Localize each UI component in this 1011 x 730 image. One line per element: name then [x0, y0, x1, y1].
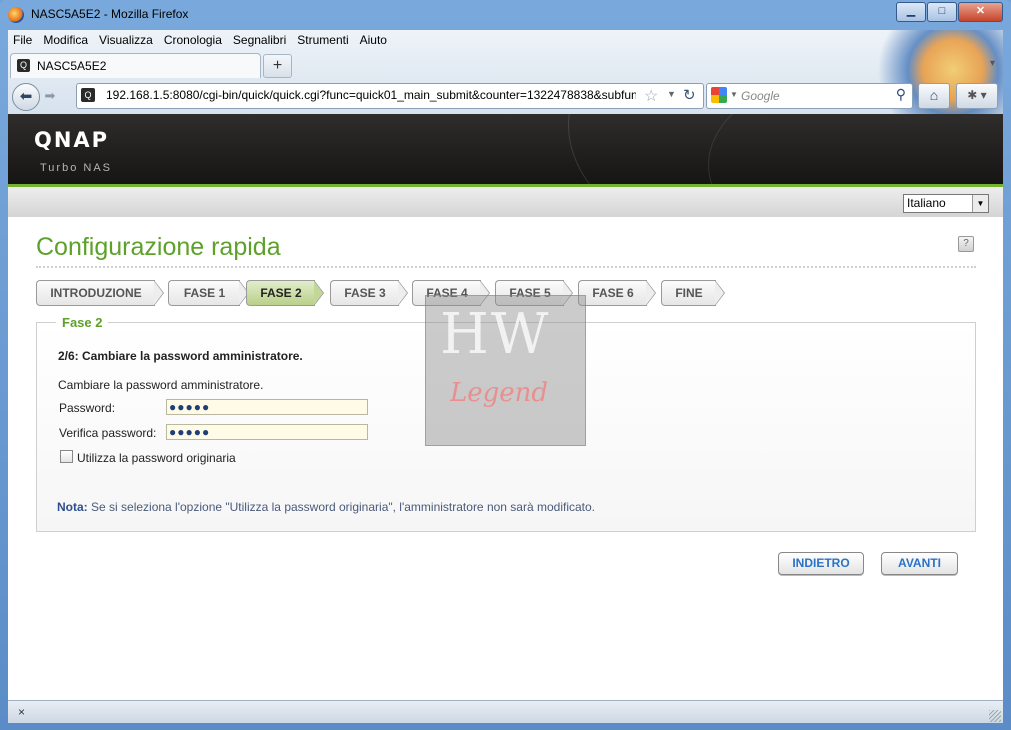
firefox-icon: [8, 7, 24, 23]
watermark-top: HW: [440, 302, 551, 367]
step-label: FASE 3: [330, 280, 399, 306]
step-label: FASE 6: [578, 280, 647, 306]
menu-visualizza[interactable]: Visualizza: [94, 30, 159, 52]
addon-menu-button[interactable]: ✱ ▾: [956, 83, 998, 109]
qnap-header: QNAP Turbo NAS: [8, 114, 1003, 276]
back-forward-group: ⬅ ➡: [12, 83, 64, 111]
language-bar: Italiano ▼: [8, 187, 1003, 217]
next-wizard-button[interactable]: AVANTI: [881, 552, 958, 575]
navigation-toolbar: ⬅ ➡ Q 192.168.1.5:8080/cgi-bin/quick/qui…: [8, 78, 1003, 114]
engine-dropdown-icon[interactable]: ▼: [730, 90, 738, 99]
menu-strumenti[interactable]: Strumenti: [292, 30, 354, 52]
title-bar: NASC5A5E2 - Mozilla Firefox ▁ □ ✕: [0, 0, 1011, 30]
menu-segnalibri[interactable]: Segnalibri: [228, 30, 292, 52]
bookmark-star-icon[interactable]: ☆: [644, 86, 658, 106]
search-input[interactable]: Google: [741, 89, 780, 103]
google-engine-icon[interactable]: [711, 87, 727, 103]
step-label: INTRODUZIONE: [36, 280, 155, 306]
window-controls: ▁ □ ✕: [895, 2, 1003, 22]
menu-aiuto[interactable]: Aiuto: [355, 30, 393, 52]
search-bar[interactable]: ▼ Google ⚲: [706, 83, 913, 109]
home-button[interactable]: ⌂: [918, 83, 950, 109]
step-label: FASE 2: [246, 280, 315, 306]
page-content: QNAP Turbo NAS Italiano ▼ Configurazione…: [8, 114, 1003, 700]
step-arrow-inner: [646, 281, 655, 305]
reload-icon[interactable]: ↻: [683, 86, 696, 104]
title-divider: [36, 266, 976, 268]
menu-file[interactable]: File: [8, 30, 38, 52]
password-field[interactable]: ●●●●●: [166, 399, 368, 415]
close-icon[interactable]: ×: [18, 705, 25, 719]
watermark: HW Legend: [425, 295, 586, 446]
use-original-password-checkbox[interactable]: [60, 450, 73, 463]
url-text[interactable]: 192.168.1.5:8080/cgi-bin/quick/quick.cgi…: [106, 88, 636, 102]
help-icon[interactable]: ?: [958, 236, 974, 252]
tab-list-icon[interactable]: ▾: [990, 58, 995, 69]
note-text: Nota: Se si seleziona l'opzione "Utilizz…: [57, 500, 595, 514]
step-arrow-inner: [154, 281, 163, 305]
watermark-bottom: Legend: [450, 378, 549, 408]
minimize-button[interactable]: ▁: [896, 2, 926, 22]
status-bar: ×: [8, 700, 1003, 723]
page-title: Configurazione rapida: [36, 233, 281, 261]
step-description: 2/6: Cambiare la password amministratore…: [58, 349, 303, 363]
tab-nasc5a5e2[interactable]: Q NASC5A5E2: [10, 53, 261, 78]
note-body: Se si seleziona l'opzione "Utilizza la p…: [87, 500, 595, 514]
step-arrow-inner: [715, 281, 724, 305]
menu-modifica[interactable]: Modifica: [38, 30, 94, 52]
step-label: FINE: [661, 280, 716, 306]
resize-grip-icon[interactable]: [989, 710, 1001, 722]
url-history-dropdown-icon[interactable]: ▼: [667, 89, 676, 99]
verify-password-field[interactable]: ●●●●●: [166, 424, 368, 440]
close-window-button[interactable]: ✕: [958, 2, 1003, 22]
step-subdescription: Cambiare la password amministratore.: [58, 378, 264, 392]
menu-cronologia[interactable]: Cronologia: [159, 30, 228, 52]
tab-strip: Q NASC5A5E2 + ▾: [8, 52, 1003, 78]
back-button[interactable]: ⬅: [12, 83, 40, 111]
maximize-button[interactable]: □: [927, 2, 957, 22]
language-select[interactable]: Italiano ▼: [903, 194, 989, 213]
qnap-logo: QNAP: [34, 128, 110, 152]
menu-bar: File Modifica Visualizza Cronologia Segn…: [8, 30, 393, 52]
new-tab-button[interactable]: +: [263, 54, 292, 78]
tab-label: NASC5A5E2: [37, 59, 107, 73]
turbo-nas-label: Turbo NAS: [40, 162, 113, 174]
forward-button[interactable]: ➡: [40, 87, 60, 105]
chevron-down-icon[interactable]: ▼: [972, 195, 988, 212]
back-wizard-button[interactable]: INDIETRO: [778, 552, 864, 575]
window-title: NASC5A5E2 - Mozilla Firefox: [31, 7, 189, 21]
verify-password-label: Verifica password:: [59, 426, 157, 440]
qnap-favicon-icon: Q: [17, 59, 30, 72]
password-label: Password:: [59, 401, 116, 415]
step-arrow-inner: [398, 281, 407, 305]
language-value: Italiano: [907, 196, 946, 210]
step-label: FASE 1: [168, 280, 240, 306]
browser-window: NASC5A5E2 - Mozilla Firefox ▁ □ ✕ File M…: [0, 0, 1011, 730]
browser-chrome: File Modifica Visualizza Cronologia Segn…: [8, 30, 1003, 114]
step-arrow-inner: [314, 281, 323, 305]
url-bar[interactable]: Q 192.168.1.5:8080/cgi-bin/quick/quick.c…: [76, 83, 704, 109]
search-icon[interactable]: ⚲: [896, 86, 906, 103]
note-label: Nota:: [57, 500, 88, 514]
fieldset-legend: Fase 2: [56, 315, 109, 330]
use-original-password-label[interactable]: Utilizza la password originaria: [77, 451, 236, 465]
site-identity-icon[interactable]: Q: [81, 88, 95, 102]
